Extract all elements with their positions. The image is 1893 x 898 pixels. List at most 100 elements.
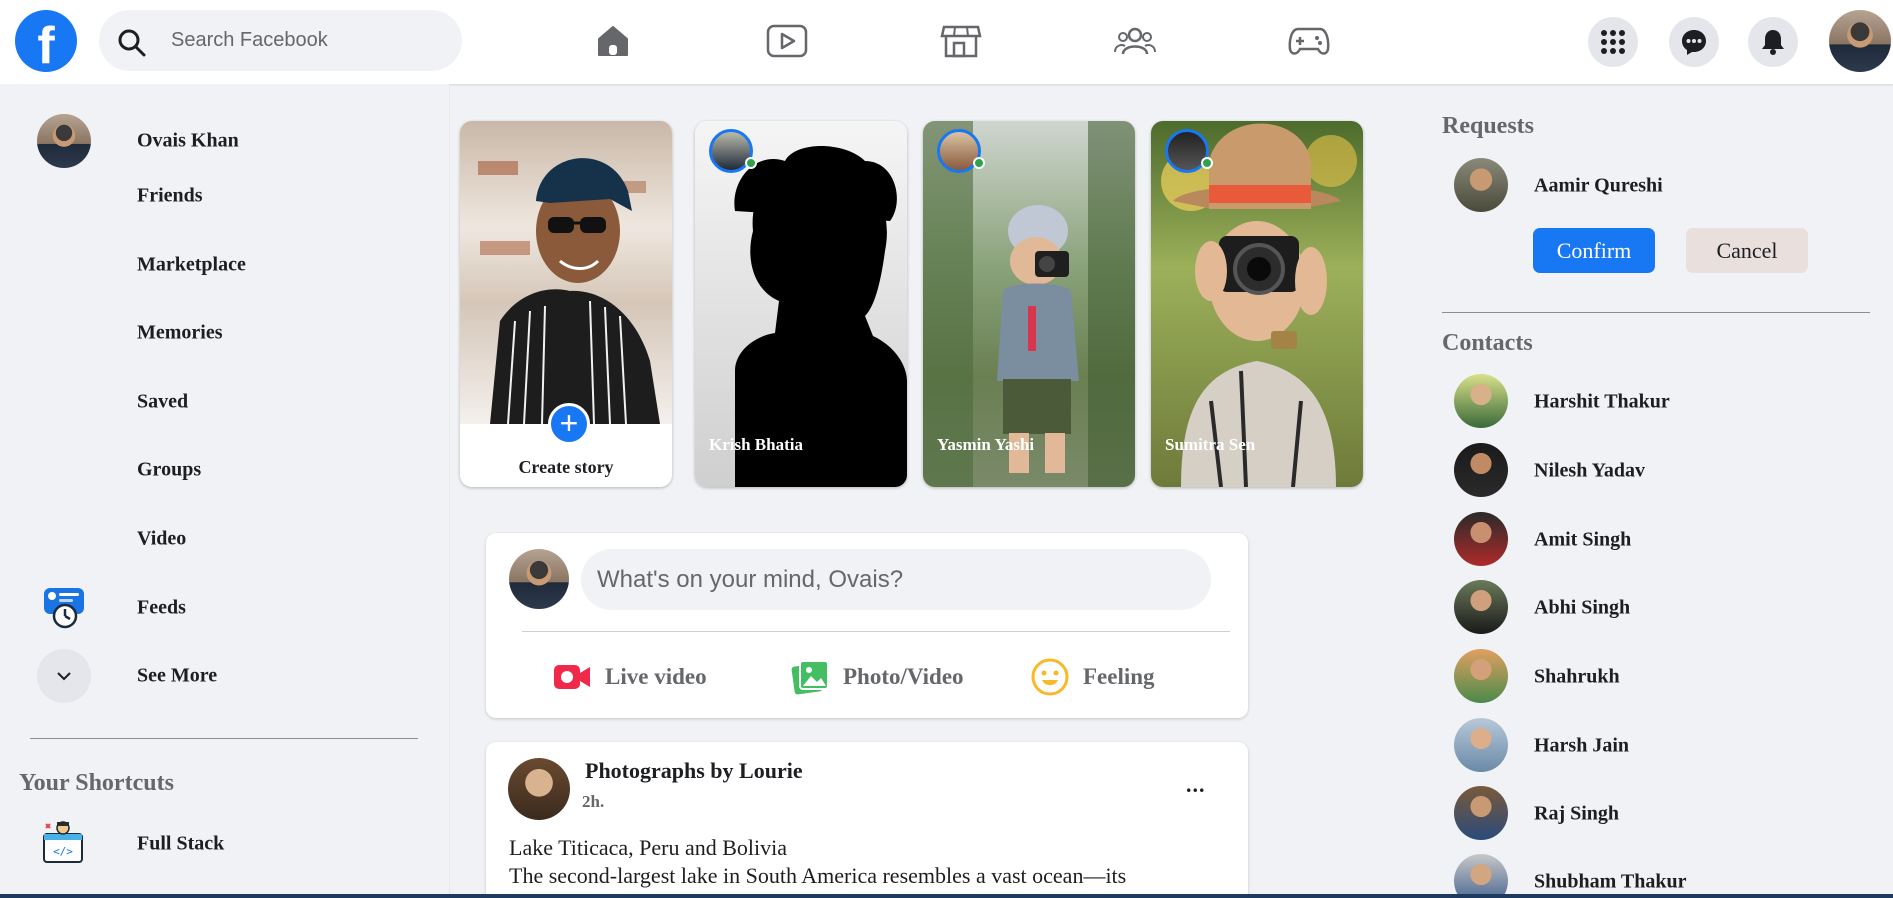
bottom-edge xyxy=(0,894,1893,898)
contact-item[interactable]: Amit Singh xyxy=(1450,512,1870,568)
sidebar-item-groups[interactable]: Groups xyxy=(0,440,440,500)
contact-name: Shahrukh xyxy=(1534,665,1620,688)
video-icon[interactable] xyxy=(764,18,810,64)
create-story-plus-icon[interactable]: + xyxy=(548,403,590,445)
contact-name: Harsh Jain xyxy=(1534,734,1630,757)
avatar xyxy=(1454,158,1508,212)
sidebar-item-video[interactable]: Video xyxy=(0,509,440,569)
sidebar-item-label: Groups xyxy=(137,458,202,481)
sidebar-item-see-more[interactable]: See More xyxy=(0,646,440,706)
chevron-down-icon xyxy=(37,649,91,703)
marketplace-icon[interactable] xyxy=(938,18,984,64)
contact-item[interactable]: Harshit Thakur xyxy=(1450,374,1870,430)
facebook-logo[interactable]: f xyxy=(15,10,77,72)
contact-name: Shubham Thakur xyxy=(1534,870,1687,893)
avatar xyxy=(1454,374,1508,428)
sidebar-item-label: Ovais Khan xyxy=(137,129,239,152)
composer-divider xyxy=(522,631,1230,632)
profile-avatar[interactable] xyxy=(1829,10,1891,72)
contact-item[interactable]: Shahrukh xyxy=(1450,649,1870,705)
shortcut-label: Full Stack xyxy=(137,832,225,855)
action-label: Feeling xyxy=(1083,664,1155,689)
sidebar-item-feeds[interactable]: Feeds xyxy=(0,578,440,638)
contacts-title: Contacts xyxy=(1442,330,1533,356)
contact-item[interactable]: Harsh Jain xyxy=(1450,718,1870,774)
post-text-line: Lake Titicaca, Peru and Bolivia xyxy=(509,835,787,860)
svg-text:</>: </> xyxy=(53,845,73,858)
shortcut-item-full-stack[interactable]: </> Full Stack xyxy=(0,814,440,874)
home-icon[interactable] xyxy=(590,18,636,64)
create-story-card[interactable]: + Create story xyxy=(460,121,672,487)
right-divider xyxy=(1442,312,1870,313)
sidebar-item-friends[interactable]: Friends xyxy=(0,166,440,226)
contact-name: Nilesh Yadav xyxy=(1534,459,1645,482)
feeling-icon xyxy=(1031,658,1069,696)
avatar xyxy=(1454,649,1508,703)
gaming-icon[interactable] xyxy=(1286,18,1332,64)
action-label: Photo/Video xyxy=(843,664,964,689)
post-timestamp[interactable]: 2h. xyxy=(582,792,604,812)
action-label: Live video xyxy=(605,664,707,689)
sidebar-item-memories[interactable]: Memories xyxy=(0,303,440,363)
live-video-button[interactable]: Live video xyxy=(553,657,707,697)
live-video-icon xyxy=(554,665,590,689)
avatar xyxy=(1454,443,1508,497)
story-author-name: Yasmin Yashi xyxy=(937,435,1035,454)
search-box[interactable] xyxy=(99,10,462,71)
top-navbar: f xyxy=(0,0,1893,84)
sidebar-item-label: Memories xyxy=(137,321,223,344)
full-stack-icon: </> xyxy=(43,821,83,863)
feeds-icon xyxy=(44,588,84,629)
online-indicator xyxy=(745,157,757,169)
notifications-icon[interactable] xyxy=(1748,17,1798,67)
more-options-icon[interactable]: ... xyxy=(1186,772,1206,798)
story-image xyxy=(734,146,907,487)
sidebar-item-label: Feeds xyxy=(137,596,186,619)
sidebar-item-marketplace[interactable]: Marketplace xyxy=(0,235,440,295)
contact-name: Harshit Thakur xyxy=(1534,390,1670,413)
sidebar-item-label: Friends xyxy=(137,184,203,207)
story-author-name: Sumitra Sen xyxy=(1165,435,1256,454)
left-sidebar: Ovais Khan Friends Marketplace Memories … xyxy=(0,84,450,898)
online-indicator xyxy=(973,157,985,169)
online-indicator xyxy=(1201,157,1213,169)
composer-input[interactable]: What's on your mind, Ovais? xyxy=(581,549,1211,610)
cancel-button[interactable]: Cancel xyxy=(1686,228,1808,273)
menu-grid-icon[interactable] xyxy=(1588,17,1638,67)
post-text-line: The second-largest lake in South America… xyxy=(509,863,1127,888)
contact-item[interactable]: Nilesh Yadav xyxy=(1450,443,1870,499)
sidebar-item-saved[interactable]: Saved xyxy=(0,372,440,432)
contact-item[interactable]: Raj Singh xyxy=(1450,786,1870,842)
story-card[interactable]: Yasmin Yashi xyxy=(923,121,1135,487)
story-image xyxy=(923,121,1135,487)
contact-name: Abhi Singh xyxy=(1534,596,1631,619)
create-story-photo xyxy=(460,121,672,424)
photo-video-icon xyxy=(791,660,829,695)
story-card[interactable]: Krish Bhatia xyxy=(695,121,907,487)
photo-video-button[interactable]: Photo/Video xyxy=(791,657,964,697)
contact-item[interactable]: Shubham Thakur xyxy=(1450,854,1870,898)
avatar xyxy=(1454,512,1508,566)
confirm-button[interactable]: Confirm xyxy=(1533,228,1655,273)
story-image xyxy=(1161,123,1357,487)
search-icon xyxy=(118,29,146,57)
story-card[interactable]: Sumitra Sen xyxy=(1151,121,1363,487)
contact-name: Raj Singh xyxy=(1534,802,1620,825)
contact-item[interactable]: Abhi Singh xyxy=(1450,580,1870,636)
messenger-icon[interactable] xyxy=(1669,17,1719,67)
sidebar-divider xyxy=(30,738,418,739)
story-author-name: Krish Bhatia xyxy=(709,435,803,454)
avatar xyxy=(1454,854,1508,898)
friend-request[interactable]: Aamir Qureshi xyxy=(1450,158,1870,214)
feed-post: Photographs by Lourie 2h. ... Lake Titic… xyxy=(486,742,1248,898)
request-name: Aamir Qureshi xyxy=(1534,174,1663,197)
sidebar-item-label: See More xyxy=(137,664,218,687)
feeling-button[interactable]: Feeling xyxy=(1031,657,1155,697)
post-author-avatar[interactable] xyxy=(508,758,570,820)
post-author-name[interactable]: Photographs by Lourie xyxy=(585,758,803,784)
search-input[interactable] xyxy=(171,10,441,71)
create-story-label: Create story xyxy=(518,457,614,477)
post-text: Lake Titicaca, Peru and Bolivia The seco… xyxy=(509,834,1249,890)
sidebar-item-label: Saved xyxy=(137,390,189,413)
groups-icon[interactable] xyxy=(1112,18,1158,64)
